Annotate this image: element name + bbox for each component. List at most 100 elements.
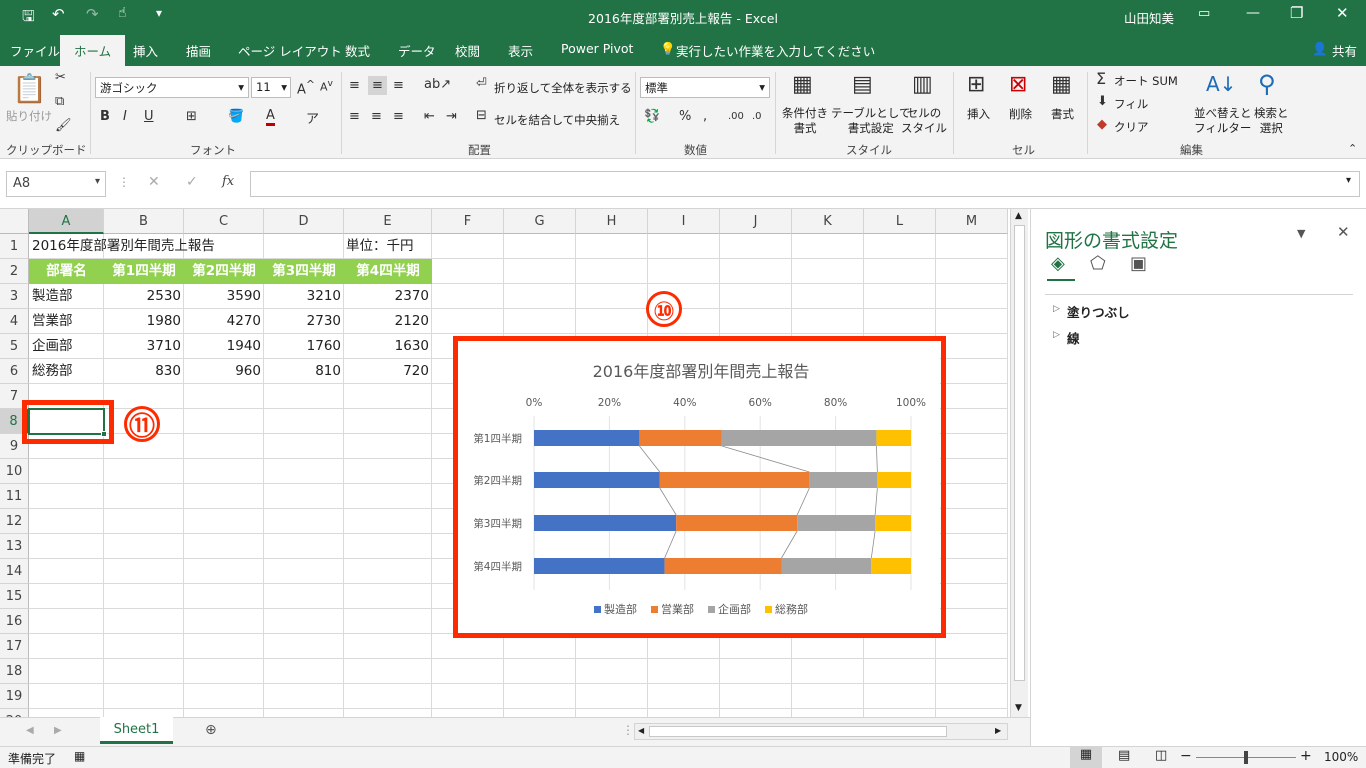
font-size-select[interactable]: 11 ▾	[251, 77, 291, 98]
scroll-right-icon[interactable]: ▶	[995, 726, 1001, 735]
value-cell[interactable]: 830	[104, 359, 184, 384]
column-header-h[interactable]: H	[576, 209, 648, 234]
align-middle-icon[interactable]: ≡	[368, 76, 387, 95]
row-header-14[interactable]: 14	[0, 559, 29, 584]
zoom-level[interactable]: 100%	[1324, 750, 1358, 764]
restore-icon[interactable]: ❐	[1290, 4, 1303, 22]
increase-decimal-icon[interactable]: .00	[728, 111, 744, 122]
value-cell[interactable]: 810	[264, 359, 344, 384]
wrap-text-button[interactable]: 折り返して全体を表示する	[494, 80, 632, 96]
dept-name-cell[interactable]: 企画部	[29, 334, 104, 359]
format-painter-icon[interactable]: 🖌	[55, 118, 72, 133]
decrease-decimal-icon[interactable]: .0	[752, 111, 762, 122]
formula-input[interactable]	[250, 171, 1360, 197]
value-cell[interactable]: 720	[344, 359, 432, 384]
value-cell[interactable]: 3590	[184, 284, 264, 309]
ribbon-display-icon[interactable]: ▭	[1198, 6, 1210, 21]
horizontal-scroll-thumb[interactable]	[649, 726, 947, 737]
header-q4[interactable]: 第4四半期	[344, 259, 432, 284]
comma-icon[interactable]: ,	[703, 109, 707, 124]
conditional-format-button[interactable]: 条件付き 書式	[782, 106, 828, 136]
value-cell[interactable]: 3710	[104, 334, 184, 359]
table-format-button[interactable]: テーブルとして 書式設定	[831, 106, 910, 136]
normal-view-icon[interactable]: ▦	[1070, 747, 1102, 768]
effects-icon[interactable]: ⬠	[1090, 253, 1106, 274]
value-cell[interactable]: 1760	[264, 334, 344, 359]
vertical-scroll-thumb[interactable]	[1014, 225, 1025, 681]
collapse-ribbon-icon[interactable]: ⌃	[1348, 142, 1357, 155]
row-header-12[interactable]: 12	[0, 509, 29, 534]
autosum-button[interactable]: オート SUM	[1114, 73, 1178, 89]
paste-icon[interactable]: 📋	[12, 72, 47, 105]
zoom-slider[interactable]	[1196, 751, 1296, 764]
column-header-b[interactable]: B	[104, 209, 184, 234]
fill-section-header[interactable]: 塗りつぶし	[1067, 302, 1130, 321]
clear-icon[interactable]: ◆	[1097, 117, 1107, 132]
report-title-cell[interactable]: 2016年度部署別年間売上報告	[29, 234, 218, 259]
tab-draw[interactable]: 描画	[186, 41, 211, 60]
fill-line-icon[interactable]: ◈	[1051, 253, 1065, 274]
cut-icon[interactable]: ✂	[55, 70, 66, 85]
page-layout-view-icon[interactable]: ▤	[1118, 748, 1130, 763]
value-cell[interactable]: 3210	[264, 284, 344, 309]
clear-button[interactable]: クリア	[1114, 119, 1149, 135]
align-center-icon[interactable]: ≡	[371, 109, 382, 124]
zoom-slider-thumb[interactable]	[1244, 751, 1248, 764]
value-cell[interactable]: 960	[184, 359, 264, 384]
align-left-icon[interactable]: ≡	[349, 109, 360, 124]
close-icon[interactable]: ✕	[1336, 4, 1349, 22]
increase-indent-icon[interactable]: ⇥	[446, 109, 457, 124]
delete-cells-icon[interactable]: ⊠	[1009, 72, 1027, 97]
value-cell[interactable]: 2370	[344, 284, 432, 309]
number-format-select[interactable]: 標準 ▾	[640, 77, 770, 98]
dept-name-cell[interactable]: 総務部	[29, 359, 104, 384]
value-cell[interactable]: 2530	[104, 284, 184, 309]
row-header-15[interactable]: 15	[0, 584, 29, 609]
vertical-scrollbar[interactable]: ▲ ▼	[1010, 209, 1028, 717]
expand-fill-icon[interactable]: ▷	[1053, 304, 1060, 314]
page-break-view-icon[interactable]: ◫	[1155, 748, 1167, 763]
column-header-d[interactable]: D	[264, 209, 344, 234]
worksheet-grid[interactable]: ABCDEFGHIJKLM 1 2 3 4 5 6 7 8 9 10 11 12 13 14 15 16 17 1…	[0, 209, 1030, 717]
table-format-icon[interactable]: ▤	[852, 72, 873, 97]
paste-button-label[interactable]: 貼り付け	[6, 108, 52, 124]
header-q3[interactable]: 第3四半期	[264, 259, 344, 284]
font-name-select[interactable]: 游ゴシック ▾	[95, 77, 249, 98]
name-box[interactable]: A8 ▾	[6, 171, 106, 197]
copy-icon[interactable]: ⧉	[55, 94, 64, 109]
size-properties-icon[interactable]: ▣	[1130, 253, 1147, 274]
row-header-11[interactable]: 11	[0, 484, 29, 509]
merge-center-button[interactable]: セルを結合して中央揃え	[494, 112, 620, 128]
align-top-icon[interactable]: ≡	[349, 78, 360, 93]
underline-icon[interactable]: U	[144, 109, 154, 124]
tab-view[interactable]: 表示	[508, 41, 533, 60]
percent-icon[interactable]: %	[679, 109, 691, 124]
row-header-2[interactable]: 2	[0, 259, 29, 284]
find-select-icon[interactable]: ⚲	[1258, 70, 1276, 98]
value-cell[interactable]: 1980	[104, 309, 184, 334]
align-bottom-icon[interactable]: ≡	[393, 78, 404, 93]
header-q2[interactable]: 第2四半期	[184, 259, 264, 284]
merge-icon[interactable]: ⊟	[476, 108, 487, 123]
dept-name-cell[interactable]: 製造部	[29, 284, 104, 309]
phonetic-icon[interactable]: ア	[306, 108, 319, 127]
row-header-3[interactable]: 3	[0, 284, 29, 309]
insert-function-button[interactable]: fx	[222, 174, 234, 189]
orientation-icon[interactable]: ab↗	[424, 77, 451, 92]
value-cell[interactable]: 1940	[184, 334, 264, 359]
column-header-k[interactable]: K	[792, 209, 864, 234]
italic-icon[interactable]: I	[123, 109, 127, 124]
fill-color-icon[interactable]: 🪣	[228, 109, 244, 124]
next-sheet-icon[interactable]: ▶	[54, 725, 62, 736]
currency-icon[interactable]: 💱	[644, 109, 660, 124]
sort-filter-icon[interactable]: A↓	[1206, 72, 1236, 96]
unit-cell[interactable]: 単位：千円	[343, 234, 417, 259]
row-header-17[interactable]: 17	[0, 634, 29, 659]
font-color-icon[interactable]: A	[266, 108, 275, 126]
macro-record-icon[interactable]: ▦	[74, 749, 85, 763]
tab-file[interactable]: ファイル	[10, 41, 60, 60]
column-header-e[interactable]: E	[344, 209, 432, 234]
dept-name-cell[interactable]: 営業部	[29, 309, 104, 334]
line-section-header[interactable]: 線	[1067, 328, 1080, 347]
value-cell[interactable]: 2120	[344, 309, 432, 334]
